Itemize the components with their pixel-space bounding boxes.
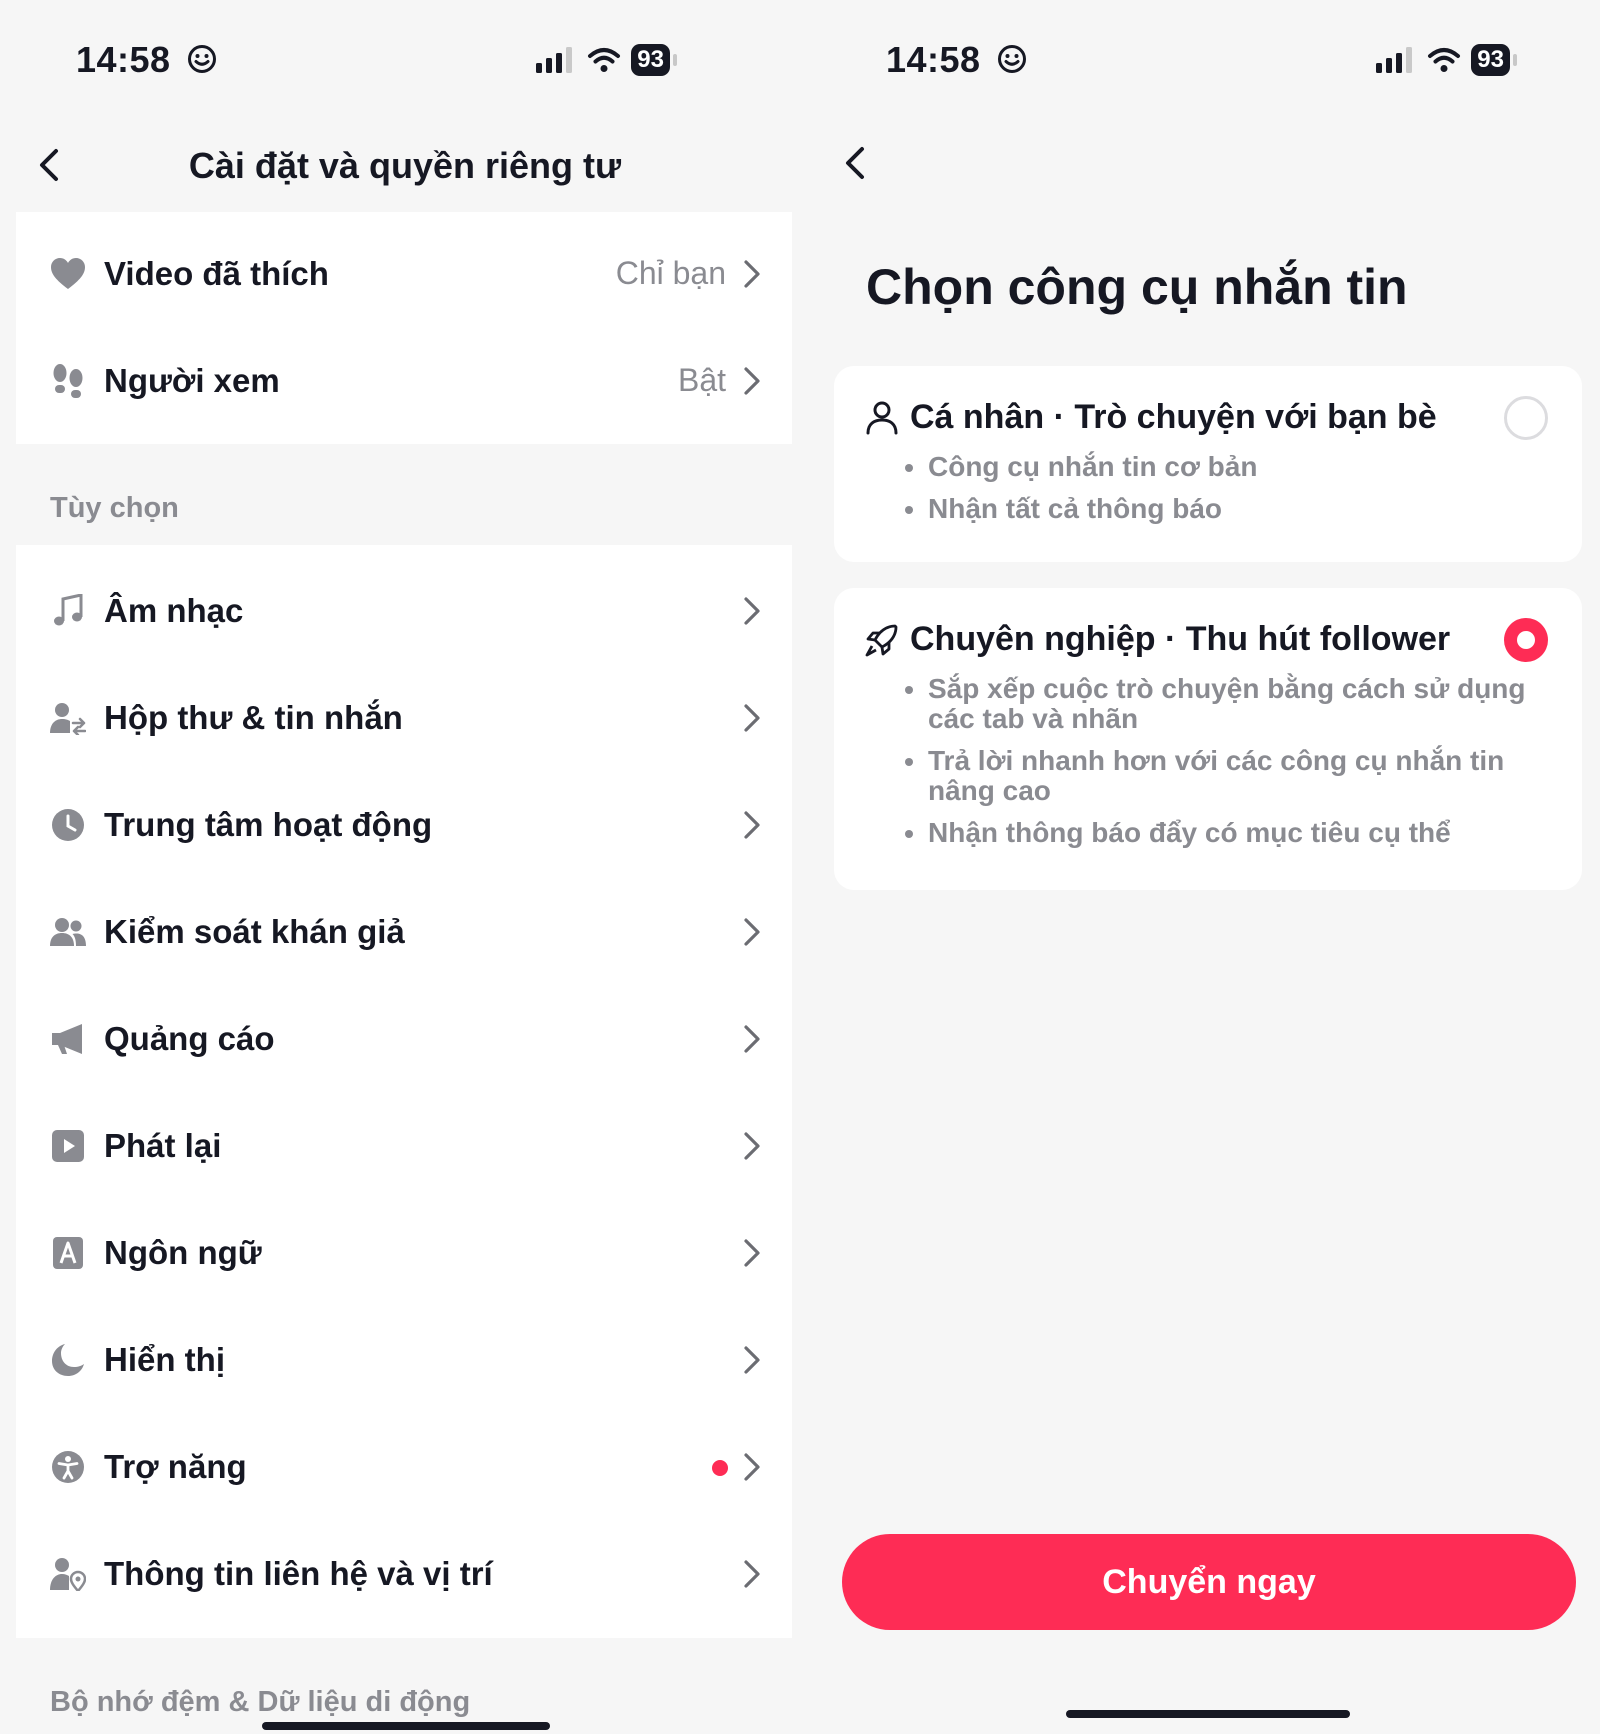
accessibility-icon <box>50 1449 86 1485</box>
footprints-icon <box>50 363 86 399</box>
settings-screen: 14:58 93 Cài đặt và quyền riêng tư Video… <box>0 0 800 1734</box>
row-label: Âm nhạc <box>104 591 244 629</box>
wifi-icon <box>588 48 621 72</box>
audience-icon <box>50 914 86 950</box>
clock-icon <box>50 807 86 843</box>
chevron-right-icon <box>744 918 760 946</box>
row-label: Ngôn ngữ <box>104 1233 262 1271</box>
row-label: Người xem <box>104 361 280 399</box>
section-header-preferences: Tùy chọn <box>50 492 179 524</box>
chevron-right-icon <box>744 1132 760 1160</box>
radio-professional[interactable] <box>1504 618 1548 662</box>
home-indicator[interactable] <box>262 1722 550 1730</box>
option-title: Chuyên nghiệp · Thu hút follower <box>910 620 1451 658</box>
option-bullets: Công cụ nhắn tin cơ bản Nhận tất cả thôn… <box>902 452 1532 536</box>
switch-now-button[interactable]: Chuyển ngay <box>842 1534 1576 1630</box>
row-label: Hộp thư & tin nhắn <box>104 698 403 736</box>
cellular-signal-icon <box>536 47 573 73</box>
home-indicator[interactable] <box>1066 1710 1350 1718</box>
smiley-icon <box>998 45 1027 74</box>
back-button[interactable] <box>836 143 876 183</box>
inbox-icon <box>50 700 86 736</box>
rocket-icon <box>865 624 898 657</box>
row-label: Trợ năng <box>104 1447 247 1485</box>
language-icon <box>50 1235 86 1271</box>
row-contact-location[interactable]: Thông tin liên hệ và vị trí <box>16 1520 792 1627</box>
row-inbox-messages[interactable]: Hộp thư & tin nhắn <box>16 664 792 771</box>
battery-indicator: 93 <box>631 44 677 76</box>
status-time: 14:58 <box>886 39 981 80</box>
section-header-cache-data: Bộ nhớ đệm & Dữ liệu di động <box>50 1686 471 1718</box>
chevron-right-icon <box>744 1346 760 1374</box>
messaging-tool-screen: 14:58 93 Chọn công cụ nhắn tin Cá nhân ·… <box>800 0 1600 1734</box>
row-label: Phát lại <box>104 1126 222 1164</box>
row-display[interactable]: Hiển thị <box>16 1306 792 1413</box>
status-clock: 14:58 <box>76 38 217 82</box>
status-bar: 14:58 93 <box>0 38 800 82</box>
chevron-right-icon <box>744 1453 760 1481</box>
row-ads[interactable]: Quảng cáo <box>16 985 792 1092</box>
person-icon <box>866 401 898 435</box>
row-label: Trung tâm hoạt động <box>104 805 433 843</box>
bullet-item: Sắp xếp cuộc trò chuyện bằng cách sử dụn… <box>928 674 1532 734</box>
cellular-signal-icon <box>1376 47 1413 73</box>
row-liked-videos[interactable]: Video đã thích Chỉ bạn <box>16 220 792 327</box>
row-label: Thông tin liên hệ và vị trí <box>104 1554 493 1592</box>
notification-dot <box>712 1460 728 1476</box>
privacy-card: Video đã thích Chỉ bạn Người xem Bật <box>16 212 792 444</box>
status-bar: 14:58 93 <box>800 38 1600 82</box>
preferences-card: Âm nhạc Hộp thư & tin nhắn Trung tâm hoạ… <box>16 545 792 1638</box>
chevron-right-icon <box>744 1239 760 1267</box>
row-label: Hiển thị <box>104 1340 225 1378</box>
page-title: Chọn công cụ nhắn tin <box>866 259 1408 315</box>
row-label: Quảng cáo <box>104 1019 275 1057</box>
heart-icon <box>50 256 86 292</box>
option-title: Cá nhân · Trò chuyện với bạn bè <box>910 398 1437 436</box>
megaphone-icon <box>50 1021 86 1057</box>
row-value: Bật <box>677 362 726 398</box>
smiley-icon <box>188 45 217 74</box>
chevron-right-icon <box>744 1560 760 1588</box>
row-profile-viewers[interactable]: Người xem Bật <box>16 327 792 434</box>
row-music[interactable]: Âm nhạc <box>16 557 792 664</box>
contact-location-icon <box>50 1556 86 1592</box>
option-professional[interactable]: Chuyên nghiệp · Thu hút follower Sắp xếp… <box>834 588 1582 890</box>
bullet-item: Nhận thông báo đẩy có mục tiêu cụ thể <box>928 818 1532 848</box>
row-playback[interactable]: Phát lại <box>16 1092 792 1199</box>
chevron-right-icon <box>744 1025 760 1053</box>
status-time: 14:58 <box>76 39 171 80</box>
moon-icon <box>50 1342 86 1378</box>
row-value: Chỉ bạn <box>615 255 726 291</box>
battery-indicator: 93 <box>1471 44 1517 76</box>
chevron-right-icon <box>744 260 760 288</box>
option-bullets: Sắp xếp cuộc trò chuyện bằng cách sử dụn… <box>902 674 1532 860</box>
row-accessibility[interactable]: Trợ năng <box>16 1413 792 1520</box>
row-label: Kiểm soát khán giả <box>104 912 405 950</box>
chevron-right-icon <box>744 811 760 839</box>
status-clock: 14:58 <box>886 38 1027 82</box>
bullet-item: Công cụ nhắn tin cơ bản <box>928 452 1532 482</box>
wifi-icon <box>1428 48 1461 72</box>
page-title: Cài đặt và quyền riêng tư <box>188 145 622 186</box>
radio-personal[interactable] <box>1504 396 1548 440</box>
chevron-right-icon <box>744 367 760 395</box>
chevron-right-icon <box>744 597 760 625</box>
row-activity-center[interactable]: Trung tâm hoạt động <box>16 771 792 878</box>
row-audience-controls[interactable]: Kiểm soát khán giả <box>16 878 792 985</box>
chevron-right-icon <box>744 704 760 732</box>
row-label: Video đã thích <box>104 254 329 292</box>
row-language[interactable]: Ngôn ngữ <box>16 1199 792 1306</box>
music-note-icon <box>50 593 86 629</box>
bullet-item: Nhận tất cả thông báo <box>928 494 1532 524</box>
play-icon <box>50 1128 86 1164</box>
bullet-item: Trả lời nhanh hơn với các công cụ nhắn t… <box>928 746 1532 806</box>
option-personal[interactable]: Cá nhân · Trò chuyện với bạn bè Công cụ … <box>834 366 1582 562</box>
